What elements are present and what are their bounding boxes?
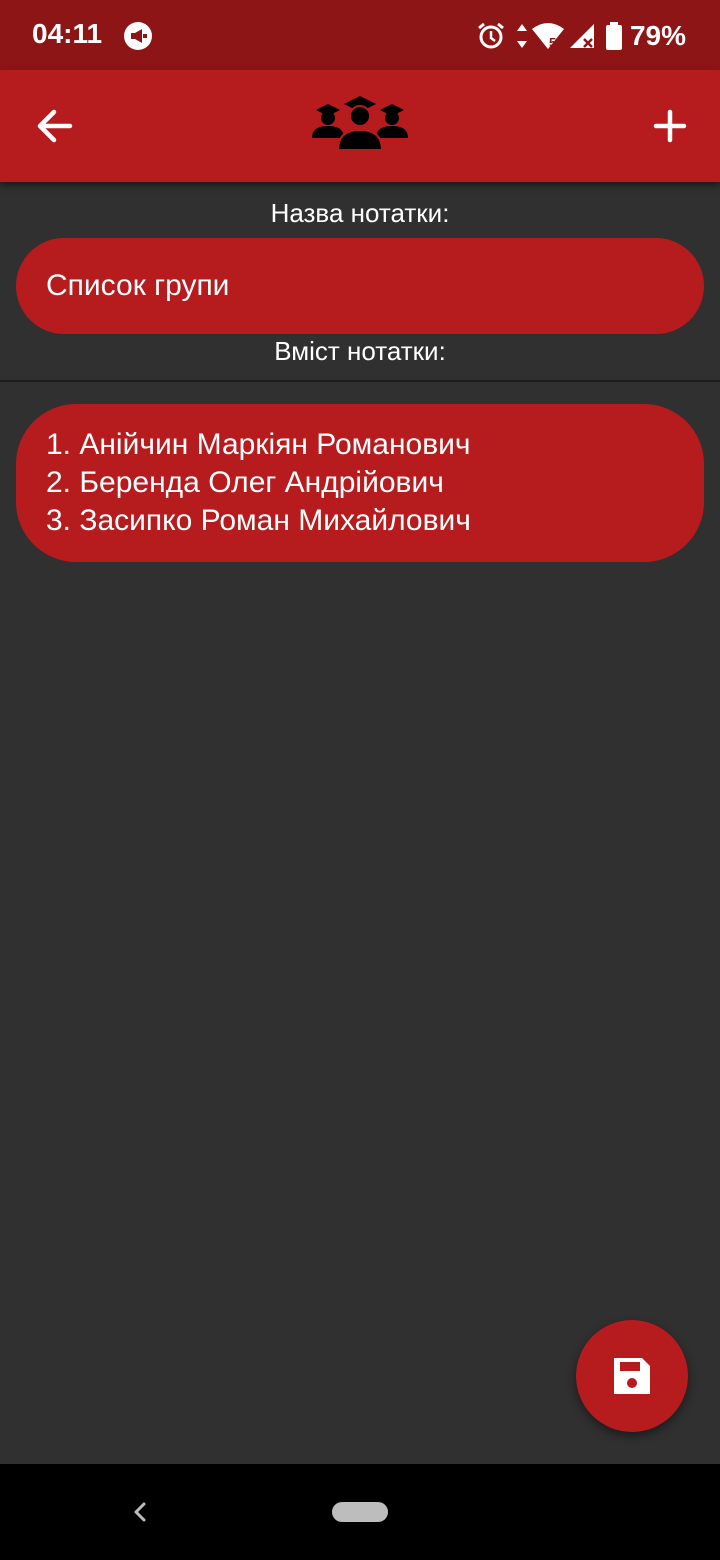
save-icon: [614, 1358, 650, 1394]
arrow-left-icon: [37, 109, 73, 143]
save-button[interactable]: [576, 1320, 688, 1432]
back-button[interactable]: [28, 96, 84, 156]
graduates-group-icon: [312, 96, 408, 151]
content-line: 1. Анійчин Маркіян Романович: [46, 428, 471, 461]
add-button[interactable]: [642, 96, 698, 156]
content-line: 2. Беренда Олег Андрійович: [46, 466, 444, 499]
cell-signal-icon: [569, 24, 594, 48]
wifi-icon: 5: [531, 23, 564, 50]
note-title-value: Список групи: [46, 269, 230, 302]
note-title-label: Назва нотатки:: [270, 198, 450, 228]
network-type-label: 5: [549, 35, 556, 50]
app-bar: [0, 70, 720, 182]
data-transfer-icon: [516, 24, 527, 48]
divider: [0, 380, 720, 382]
note-title-input[interactable]: Список групи: [16, 238, 704, 334]
plus-icon: [653, 109, 687, 143]
alarm-icon: [478, 22, 504, 49]
note-content-label: Вміст нотатки:: [274, 336, 446, 366]
status-bar: 04:11 5 79%: [0, 0, 720, 70]
battery-icon: [605, 22, 622, 50]
note-content-input[interactable]: 1. Анійчин Маркіян Романович 2. Беренда …: [16, 404, 704, 562]
nav-back-button[interactable]: [126, 1496, 154, 1528]
nav-home-pill[interactable]: [332, 1502, 388, 1522]
content-line: 3. Засипко Роман Михайлович: [46, 504, 471, 537]
status-icons: 5 79%: [476, 18, 686, 54]
status-time: 04:11: [32, 18, 103, 49]
megaphone-notification-icon: [124, 22, 152, 50]
battery-percent: 79%: [629, 20, 686, 51]
